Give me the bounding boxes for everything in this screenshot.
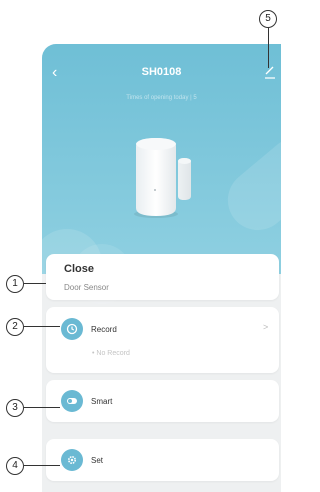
- smart-label: Smart: [91, 397, 113, 406]
- callout-leader: [24, 326, 60, 327]
- toggle-icon: [61, 390, 83, 412]
- clock-icon: [61, 318, 83, 340]
- callout-leader: [24, 465, 60, 466]
- door-sensor-image: [134, 138, 191, 218]
- edit-icon[interactable]: [263, 64, 277, 80]
- app-screen: ‹ SH0108 Times of opening today | 5 Clos…: [42, 44, 281, 492]
- callout-5: 5: [259, 10, 277, 28]
- set-card[interactable]: Set: [46, 439, 279, 481]
- decor-shape: [215, 125, 281, 243]
- device-type: Door Sensor: [64, 283, 109, 292]
- callout-leader: [24, 407, 60, 408]
- callout-2: 2: [6, 318, 24, 336]
- opening-count: Times of opening today | 5: [126, 95, 197, 101]
- callout-4: 4: [6, 457, 24, 475]
- status-card: Close Door Sensor: [46, 254, 279, 300]
- callout-leader: [24, 283, 46, 284]
- empty-record-text: • No Record: [92, 350, 130, 357]
- callout-leader: [268, 28, 269, 68]
- header-banner: ‹ SH0108 Times of opening today | 5: [42, 44, 281, 304]
- record-card[interactable]: Record > • No Record: [46, 307, 279, 373]
- set-label: Set: [91, 456, 104, 465]
- callout-3: 3: [6, 399, 24, 417]
- chevron-right-icon[interactable]: >: [263, 322, 268, 332]
- device-title: SH0108: [141, 66, 182, 78]
- record-label: Record: [91, 325, 117, 334]
- smart-card[interactable]: Smart: [46, 380, 279, 422]
- callout-1: 1: [6, 275, 24, 293]
- status-state: Close: [64, 263, 94, 275]
- gear-icon: [61, 449, 83, 471]
